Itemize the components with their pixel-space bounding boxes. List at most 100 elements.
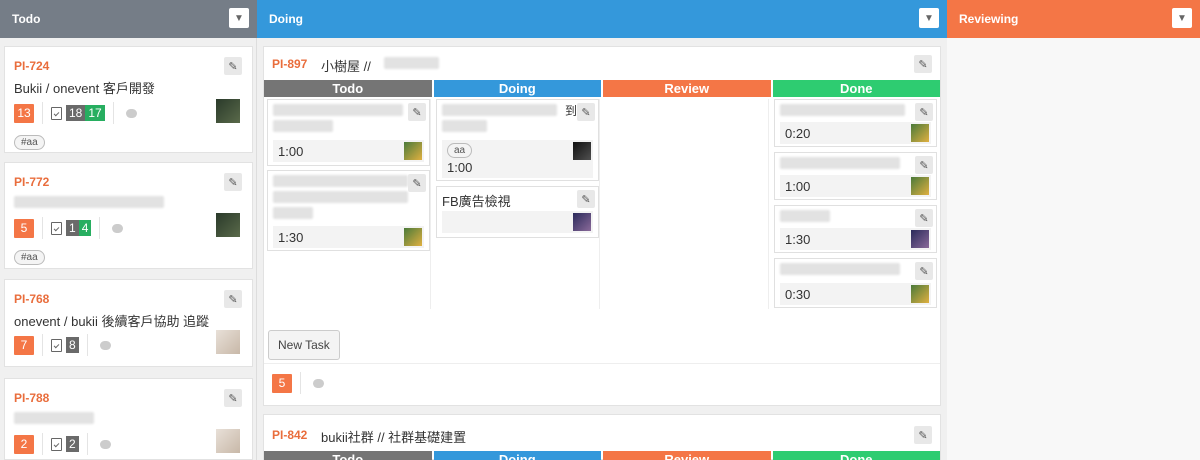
divider (42, 102, 43, 124)
column-body-doing: PI-897 小樹屋 // ✎ Todo Doing Review Done ✎… (257, 38, 947, 460)
task-title-redacted (442, 104, 557, 116)
story-meta: 5 1 4 (14, 217, 124, 239)
task-card[interactable]: FB廣告檢視 ✎ (436, 186, 599, 238)
story-title: 小樹屋 // (321, 59, 371, 74)
task-done-count: 2 (66, 436, 79, 452)
story-card[interactable]: PI-897 小樹屋 // ✎ Todo Doing Review Done ✎… (263, 46, 941, 406)
story-id[interactable]: PI-897 (272, 57, 307, 71)
story-id[interactable]: PI-724 (14, 59, 49, 73)
task-time: 1:30 (278, 230, 304, 245)
kanban-board: Todo ▼ Doing ▼ Reviewing ▼ PI-724 ✎ Buki… (0, 0, 1200, 460)
lane-header-done: Done (772, 451, 940, 460)
pencil-icon[interactable]: ✎ (915, 103, 933, 121)
task-footer (442, 211, 593, 233)
pencil-icon[interactable]: ✎ (408, 103, 426, 121)
divider (112, 102, 114, 124)
new-task-button[interactable]: New Task (268, 330, 340, 360)
clipboard-check-icon (51, 106, 62, 120)
pencil-icon[interactable]: ✎ (914, 426, 932, 444)
comment-icon[interactable] (99, 340, 111, 350)
story-card[interactable]: PI-724 ✎ Bukii / onevent 客戶開發 13 18 17 #… (4, 46, 253, 153)
comment-icon[interactable] (125, 108, 137, 118)
divider (42, 334, 43, 356)
task-time: 1:00 (278, 144, 304, 159)
task-title-redacted (442, 120, 487, 132)
story-id[interactable]: PI-772 (14, 175, 49, 189)
task-card[interactable]: ✎ 1:00 (774, 152, 937, 200)
story-points: 5 (272, 373, 292, 393)
clipboard-check-icon (51, 437, 62, 451)
divider (300, 372, 301, 394)
tag-row: #aa (14, 248, 45, 265)
divider (86, 433, 88, 455)
task-footer: 0:20 (780, 122, 931, 144)
pencil-icon[interactable]: ✎ (915, 156, 933, 174)
story-meta: 7 8 (14, 334, 111, 356)
divider (86, 334, 88, 356)
task-card[interactable]: ✎ 0:20 (774, 99, 937, 147)
task-time: 0:30 (785, 287, 811, 302)
pencil-icon[interactable]: ✎ (224, 173, 242, 191)
chevron-down-icon[interactable]: ▼ (919, 8, 939, 28)
story-points: 13 (14, 103, 34, 123)
column-title: Reviewing (959, 12, 1019, 26)
pencil-icon[interactable]: ✎ (224, 389, 242, 407)
tag-label[interactable]: #aa (14, 250, 45, 265)
pencil-icon[interactable]: ✎ (577, 103, 595, 121)
story-id[interactable]: PI-788 (14, 391, 49, 405)
avatar (404, 228, 422, 246)
pencil-icon[interactable]: ✎ (915, 262, 933, 280)
task-footer: 1:30 (273, 226, 424, 248)
avatar (573, 142, 591, 160)
task-card[interactable]: ✎ 1:30 (774, 205, 937, 253)
comment-icon[interactable] (99, 439, 111, 449)
lane-header-review: Review (603, 80, 771, 97)
task-card[interactable]: 到 ✎ aa 1:00 (436, 99, 599, 181)
avatar (216, 429, 240, 453)
story-card[interactable]: PI-788 ✎ 2 2 (4, 378, 253, 460)
pencil-icon[interactable]: ✎ (408, 174, 426, 192)
avatar (911, 285, 929, 303)
task-card[interactable]: ✎ 0:30 (774, 258, 937, 308)
column-title: Doing (269, 12, 303, 26)
lane-header-doing: Doing (433, 80, 601, 97)
comment-icon[interactable] (313, 378, 324, 388)
story-id[interactable]: PI-842 (272, 428, 307, 442)
comment-icon[interactable] (112, 223, 124, 233)
story-points: 5 (14, 218, 34, 238)
story-points: 2 (14, 434, 34, 454)
task-done-count: 8 (66, 337, 79, 353)
task-total-count: 4 (78, 220, 92, 236)
lane-header-done: Done (772, 80, 940, 97)
story-title-redacted (384, 57, 439, 69)
column-title: Todo (12, 12, 41, 26)
task-title-redacted (273, 207, 313, 219)
pencil-icon[interactable]: ✎ (224, 290, 242, 308)
chevron-down-icon[interactable]: ▼ (229, 8, 249, 28)
chevron-down-icon[interactable]: ▼ (1172, 8, 1192, 28)
story-card[interactable]: PI-842 bukii社群 // 社群基礎建置 ✎ Todo Doing Re… (263, 414, 941, 460)
story-card[interactable]: PI-772 ✎ 5 1 4 #aa (4, 162, 253, 269)
pencil-icon[interactable]: ✎ (915, 209, 933, 227)
task-card[interactable]: ✎ 1:00 (267, 99, 430, 166)
pencil-icon[interactable]: ✎ (577, 190, 595, 208)
tag-label[interactable]: aa (447, 143, 473, 158)
avatar (911, 124, 929, 142)
pencil-icon[interactable]: ✎ (224, 57, 242, 75)
tag-label[interactable]: #aa (14, 135, 45, 150)
task-footer: 1:00 (780, 175, 931, 197)
tag-row: #aa (14, 133, 45, 150)
lane-header-todo: Todo (264, 451, 432, 460)
story-meta: 2 2 (14, 433, 111, 455)
task-title-redacted (780, 263, 900, 275)
avatar (216, 330, 240, 354)
story-card[interactable]: PI-768 ✎ onevent / bukii 後續客戶協助 追蹤 7 8 (4, 279, 253, 367)
task-footer: 1:30 (780, 228, 931, 250)
pencil-icon[interactable]: ✎ (914, 55, 932, 73)
story-id[interactable]: PI-768 (14, 292, 49, 306)
story-title-redacted (14, 412, 94, 424)
task-done-count: 18 (66, 105, 86, 121)
task-title-redacted (273, 120, 333, 132)
task-card[interactable]: ✎ 1:30 (267, 170, 430, 251)
task-done-count: 1 (66, 220, 79, 236)
